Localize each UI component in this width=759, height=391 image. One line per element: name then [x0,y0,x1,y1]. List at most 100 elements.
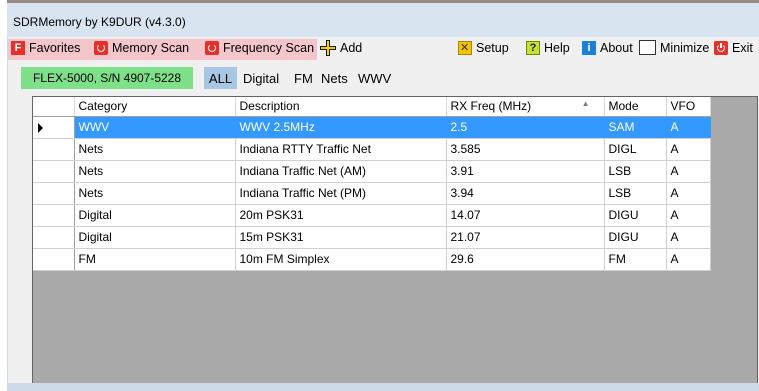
cell-rx-freq[interactable]: 14.07 [446,204,605,227]
cell-mode[interactable]: LSB [604,182,667,205]
cell-mode[interactable]: DIGU [604,226,667,249]
table-row[interactable]: Nets Indiana RTTY Traffic Net 3.585 DIGL… [33,138,711,161]
current-row-arrow-icon [38,122,43,133]
grid-header-row: Category Description RX Freq (MHz) ▲ Mod… [33,97,711,117]
cell-rx-freq[interactable]: 21.07 [446,226,605,249]
cell-vfo[interactable]: A [666,138,711,161]
cell-description[interactable]: Indiana Traffic Net (PM) [235,182,447,205]
cell-category[interactable]: WWV [74,116,236,139]
menu-about-label: About [600,40,633,55]
row-header[interactable] [33,116,75,139]
cell-mode[interactable]: DIGU [604,204,667,227]
filter-wwv[interactable]: WWV [358,67,391,89]
title-bar[interactable]: SDRMemory by K9DUR (v4.3.0) [7,3,759,37]
window-title: SDRMemory by K9DUR (v4.3.0) [13,15,186,29]
menu-favorites[interactable]: F Favorites [11,37,80,58]
menu-minimize[interactable]: Minimize [639,37,709,58]
menu-setup-label: Setup [476,40,509,55]
table-row[interactable]: WWV WWV 2.5MHz 2.5 SAM A [33,116,711,139]
row-header[interactable] [33,182,75,205]
column-header-rx-freq-label: RX Freq (MHz) [450,99,532,114]
setup-icon [458,40,472,55]
column-header-category[interactable]: Category [74,97,236,117]
cell-vfo[interactable]: A [666,116,711,139]
favorites-icon: F [11,40,25,55]
cell-description[interactable]: Indiana Traffic Net (AM) [235,160,447,183]
row-header[interactable] [33,160,75,183]
menu-frequency-scan-label: Frequency Scan [223,40,315,55]
filter-all[interactable]: ALL [204,67,237,89]
menu-bar: F Favorites Memory Scan Frequency Scan A… [8,37,759,61]
table-row[interactable]: Nets Indiana Traffic Net (PM) 3.94 LSB A [33,182,711,205]
power-icon [714,40,728,55]
cell-mode[interactable]: SAM [604,116,667,139]
cell-rx-freq[interactable]: 2.5 [446,116,605,139]
app-window: SDRMemory by K9DUR (v4.3.0) F Favorites … [7,0,759,391]
menu-help[interactable]: ? Help [526,37,570,58]
cell-mode[interactable]: LSB [604,160,667,183]
menu-exit[interactable]: Exit [714,37,753,58]
cell-description[interactable]: 15m PSK31 [235,226,447,249]
cell-category[interactable]: Digital [74,226,236,249]
cell-category[interactable]: Digital [74,204,236,227]
menu-minimize-label: Minimize [660,40,710,55]
sort-ascending-icon: ▲ [581,99,590,109]
cell-vfo[interactable]: A [666,182,711,205]
cell-description[interactable]: 10m FM Simplex [235,248,447,271]
cell-category[interactable]: Nets [74,138,236,161]
menu-frequency-scan[interactable]: Frequency Scan [205,37,314,58]
filter-fm[interactable]: FM [294,67,313,89]
cell-mode[interactable]: DIGL [604,138,667,161]
add-icon [320,39,336,56]
menu-add-label: Add [340,40,363,55]
cell-vfo[interactable]: A [666,226,711,249]
row-header[interactable] [33,248,75,271]
memory-table: Category Description RX Freq (MHz) ▲ Mod… [33,97,711,271]
cell-category[interactable]: Nets [74,160,236,183]
cell-rx-freq[interactable]: 3.94 [446,182,605,205]
column-header-rx-freq[interactable]: RX Freq (MHz) ▲ [446,97,605,117]
menu-memory-scan-label: Memory Scan [112,40,190,55]
radio-selector[interactable]: FLEX-5000, S/N 4907-5228 [21,67,193,89]
column-header-vfo[interactable]: VFO [666,97,711,117]
table-row[interactable]: Digital 20m PSK31 14.07 DIGU A [33,204,711,227]
scan-icon [94,40,108,55]
menu-favorites-label: Favorites [29,40,81,55]
cell-description[interactable]: WWV 2.5MHz [235,116,447,139]
cell-description[interactable]: Indiana RTTY Traffic Net [235,138,447,161]
cell-vfo[interactable]: A [666,160,711,183]
about-icon: i [582,40,596,55]
cell-category[interactable]: Nets [74,182,236,205]
menu-add[interactable]: Add [320,37,362,58]
table-row[interactable]: FM 10m FM Simplex 29.6 FM A [33,248,711,271]
row-header[interactable] [33,138,75,161]
cell-mode[interactable]: FM [604,248,667,271]
minimize-icon [639,40,656,55]
cell-rx-freq[interactable]: 29.6 [446,248,605,271]
window-bottom-border [7,383,759,391]
cell-vfo[interactable]: A [666,248,711,271]
client-area: F Favorites Memory Scan Frequency Scan A… [8,37,759,384]
table-row[interactable]: Nets Indiana Traffic Net (AM) 3.91 LSB A [33,160,711,183]
filter-nets[interactable]: Nets [321,67,348,89]
menu-setup[interactable]: Setup [458,37,509,58]
filter-digital[interactable]: Digital [243,67,279,89]
row-header[interactable] [33,204,75,227]
cell-vfo[interactable]: A [666,204,711,227]
column-header-description[interactable]: Description [235,97,447,117]
cell-rx-freq[interactable]: 3.585 [446,138,605,161]
row-header-corner[interactable] [33,97,75,117]
cell-description[interactable]: 20m PSK31 [235,204,447,227]
menu-exit-label: Exit [732,40,753,55]
column-header-mode[interactable]: Mode [604,97,667,117]
memory-grid[interactable]: Category Description RX Freq (MHz) ▲ Mod… [32,96,758,384]
scan-icon [205,40,219,55]
table-row[interactable]: Digital 15m PSK31 21.07 DIGU A [33,226,711,249]
menu-about[interactable]: i About [582,37,633,58]
menu-help-label: Help [544,40,570,55]
help-icon: ? [526,40,540,55]
menu-memory-scan[interactable]: Memory Scan [94,37,189,58]
cell-category[interactable]: FM [74,248,236,271]
cell-rx-freq[interactable]: 3.91 [446,160,605,183]
row-header[interactable] [33,226,75,249]
